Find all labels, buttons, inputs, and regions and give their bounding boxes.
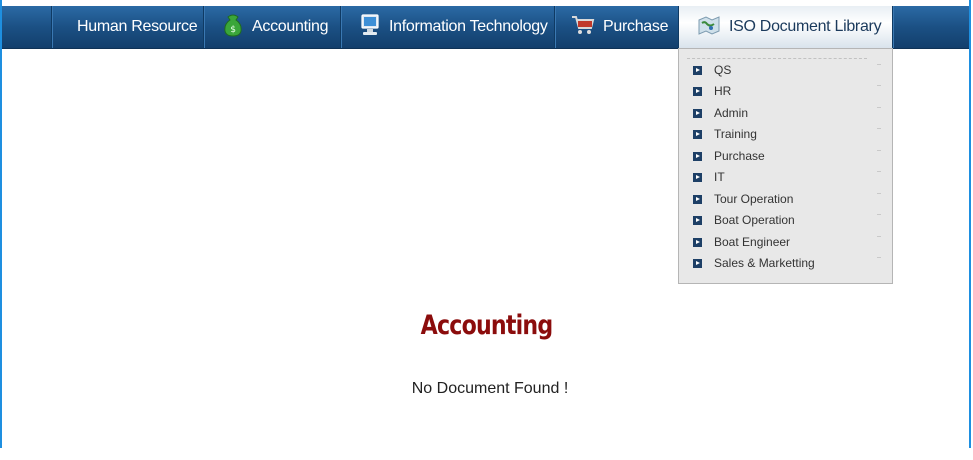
menu-item-admin[interactable]: Admin: [693, 105, 881, 121]
menu-divider: [687, 58, 867, 59]
iso-library-dropdown-menu: QS HR Admin Training Purchase IT Tour Op…: [678, 48, 893, 284]
menu-tick: [877, 64, 881, 65]
menu-tick: [877, 236, 881, 237]
nav-item-label: ISO Document Library: [729, 18, 882, 35]
world-map-icon: [697, 14, 721, 41]
nav-item-label: Information Technology: [389, 18, 548, 35]
menu-item-label: Boat Operation: [714, 213, 795, 227]
money-bag-icon: $: [222, 13, 244, 42]
arrow-bullet-icon: [693, 129, 702, 139]
menu-item-it[interactable]: IT: [693, 169, 881, 185]
menu-item-sales-marketting[interactable]: Sales & Marketting: [693, 255, 881, 271]
svg-text:$: $: [230, 25, 235, 35]
arrow-bullet-icon: [693, 151, 702, 161]
menu-tick: [877, 257, 881, 258]
menu-item-label: QS: [714, 63, 732, 77]
nav-item-information-technology[interactable]: Information Technology: [341, 6, 554, 48]
page-title: Accounting: [420, 310, 554, 341]
nav-separator: [892, 6, 893, 48]
nav-item-iso-document-library[interactable]: ISO Document Library: [679, 6, 892, 48]
arrow-bullet-icon: [693, 108, 702, 118]
menu-item-boat-operation[interactable]: Boat Operation: [693, 212, 881, 228]
nav-item-accounting[interactable]: $ Accounting: [204, 6, 340, 48]
menu-item-hr[interactable]: HR: [693, 83, 881, 99]
nav-item-label: Purchase: [603, 18, 669, 35]
nav-item-label: Human Resource: [77, 18, 198, 35]
menu-tick: [877, 193, 881, 194]
menu-tick: [877, 128, 881, 129]
top-navigation-bar: Human Resource $ Accounting Information …: [2, 6, 969, 49]
arrow-bullet-icon: [693, 258, 702, 268]
menu-item-label: Boat Engineer: [714, 235, 791, 249]
menu-item-label: Admin: [714, 106, 749, 120]
menu-item-boat-engineer[interactable]: Boat Engineer: [693, 234, 881, 250]
menu-tick: [877, 214, 881, 215]
arrow-bullet-icon: [693, 65, 702, 75]
menu-item-label: Tour Operation: [714, 192, 794, 206]
menu-item-qs[interactable]: QS: [693, 62, 881, 78]
arrow-bullet-icon: [693, 194, 702, 204]
menu-item-label: Sales & Marketting: [714, 256, 815, 270]
menu-item-label: IT: [714, 170, 725, 184]
menu-item-label: HR: [714, 84, 732, 98]
shopping-cart-icon: [571, 14, 595, 41]
menu-tick: [877, 171, 881, 172]
no-documents-message: No Document Found !: [411, 380, 569, 397]
menu-tick: [877, 150, 881, 151]
arrow-bullet-icon: [693, 215, 702, 225]
menu-item-label: Training: [714, 127, 757, 141]
menu-tick: [877, 85, 881, 86]
menu-item-tour-operation[interactable]: Tour Operation: [693, 191, 881, 207]
menu-item-training[interactable]: Training: [693, 126, 881, 142]
arrow-bullet-icon: [693, 172, 702, 182]
menu-item-purchase[interactable]: Purchase: [693, 148, 881, 164]
menu-item-label: Purchase: [714, 149, 765, 163]
computer-icon: [359, 13, 381, 42]
arrow-bullet-icon: [693, 237, 702, 247]
nav-item-label: Accounting: [252, 18, 329, 35]
menu-tick: [877, 107, 881, 108]
nav-item-human-resource[interactable]: Human Resource: [52, 6, 203, 48]
nav-item-purchase[interactable]: Purchase: [555, 6, 678, 48]
arrow-bullet-icon: [693, 86, 702, 96]
